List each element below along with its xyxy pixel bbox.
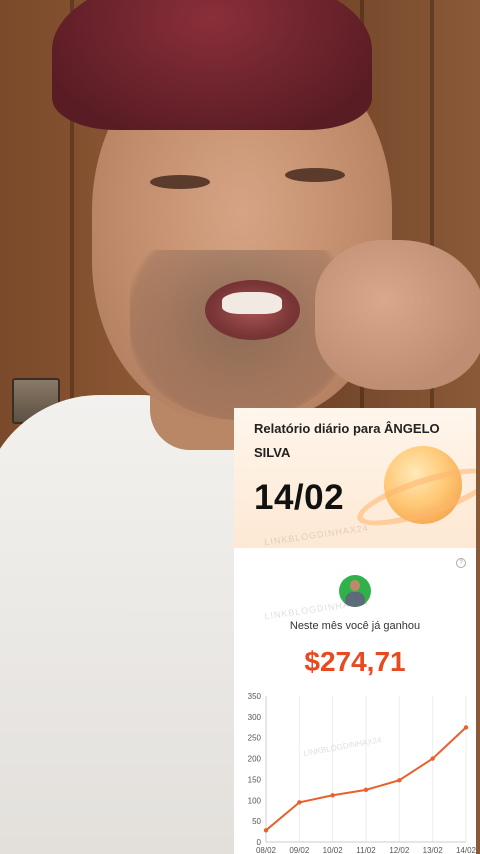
x-tick-label: 11/02 <box>356 846 376 854</box>
x-tick-label: 09/02 <box>289 846 310 854</box>
y-tick-label: 350 <box>248 692 262 701</box>
y-tick-label: 300 <box>248 713 262 722</box>
daily-report-card: LINKBLOGDINHAX24 Relatório diário para Â… <box>234 408 476 854</box>
report-date: 14/02 <box>254 478 345 517</box>
x-tick-label: 10/02 <box>323 846 344 854</box>
y-tick-label: 50 <box>252 817 261 826</box>
person-shirt <box>0 395 260 854</box>
watermark: LINKBLOGDINHAX24 <box>263 596 370 622</box>
y-tick-label: 100 <box>248 796 262 805</box>
person-teeth <box>222 292 282 314</box>
x-tick-label: 14/02 <box>456 846 476 854</box>
data-point <box>330 793 335 798</box>
data-point <box>463 725 469 730</box>
y-tick-label: 150 <box>248 775 262 784</box>
report-header: LINKBLOGDINHAX24 Relatório diário para Â… <box>234 408 476 548</box>
x-tick-label: 08/02 <box>256 846 277 854</box>
data-point <box>397 778 402 783</box>
y-tick-label: 250 <box>248 734 262 743</box>
watermark: LINKBLOGDINHAX24 <box>263 522 370 548</box>
person-eye <box>285 168 345 182</box>
person-hand <box>315 240 480 390</box>
data-point <box>430 756 435 761</box>
avatar-head <box>350 580 360 591</box>
watermark: LINKBLOGDINHAX24 <box>303 735 383 758</box>
person-cap <box>52 0 372 130</box>
y-tick-label: 200 <box>248 755 262 764</box>
help-icon[interactable]: ? <box>456 558 466 568</box>
x-tick-label: 12/02 <box>389 846 410 854</box>
month-earnings-amount: $274,71 <box>304 646 406 677</box>
data-point <box>297 800 302 805</box>
report-title: Relatório diário para ÂNGELO SILVA <box>254 421 440 460</box>
earnings-line-chart: 05010015020025030035008/02 09/02 10/02 11/0… <box>248 692 476 854</box>
month-earnings-label: Neste mês você já ganhou <box>289 620 421 632</box>
x-tick-label: 13/02 <box>423 846 444 854</box>
data-point <box>263 828 269 833</box>
person-eye <box>150 175 210 189</box>
data-point <box>363 787 369 793</box>
